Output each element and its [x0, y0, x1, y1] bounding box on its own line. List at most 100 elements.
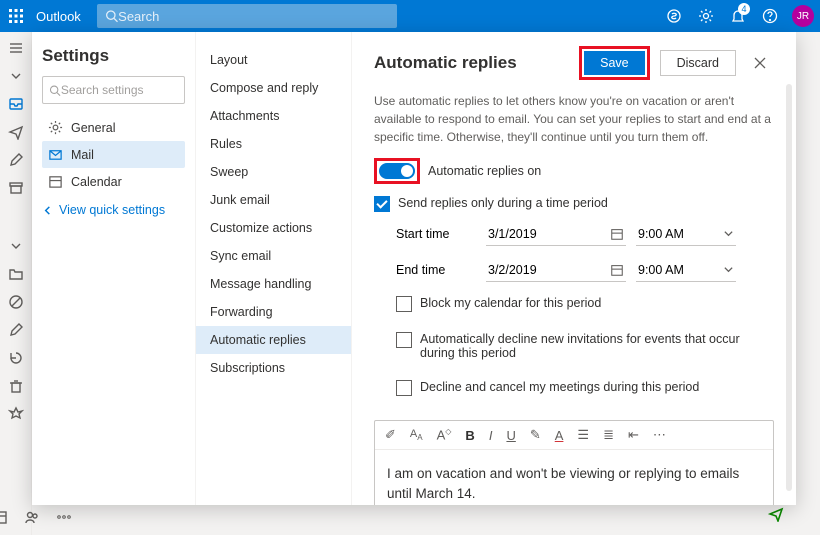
settings-item-label: Calendar [71, 175, 122, 189]
sub-item-subscriptions[interactable]: Subscriptions [196, 354, 351, 382]
notification-badge: 4 [738, 3, 750, 15]
left-rail [0, 32, 32, 535]
settings-item-calendar[interactable]: Calendar [42, 168, 185, 195]
user-avatar[interactable]: JR [792, 5, 814, 27]
start-time-label: Start time [396, 227, 476, 241]
format-painter-icon[interactable]: ✐ [385, 427, 396, 443]
notes-icon[interactable] [4, 318, 28, 342]
view-quick-settings-link[interactable]: View quick settings [42, 203, 185, 217]
premium-icon[interactable] [4, 402, 28, 426]
chevron-down-icon [723, 264, 734, 275]
archive-icon[interactable] [4, 176, 28, 200]
discard-button[interactable]: Discard [660, 50, 736, 76]
main-heading: Automatic replies [374, 53, 517, 73]
highlight-color-icon[interactable]: ✎ [530, 427, 541, 443]
people-module-icon[interactable] [20, 505, 44, 529]
chevron-down-icon [723, 228, 734, 239]
chevron-down-icon[interactable] [4, 64, 28, 88]
quick-settings-label: View quick settings [59, 203, 165, 217]
reply-body[interactable]: I am on vacation and won't be viewing or… [375, 450, 773, 505]
font-size-decrease-icon[interactable]: AA [410, 428, 423, 442]
help-icon[interactable] [754, 0, 786, 32]
sub-item-customize[interactable]: Customize actions [196, 214, 351, 242]
app-launcher-icon[interactable] [0, 9, 32, 23]
end-date-input[interactable]: 3/2/2019 [486, 258, 626, 282]
sub-item-autoreply[interactable]: Automatic replies [196, 326, 351, 354]
sub-item-attachments[interactable]: Attachments [196, 102, 351, 130]
settings-item-mail[interactable]: Mail [42, 141, 185, 168]
start-date-value: 3/1/2019 [488, 227, 537, 241]
blocked-icon[interactable] [4, 290, 28, 314]
sub-item-junk[interactable]: Junk email [196, 186, 351, 214]
description-text: Use automatic replies to let others know… [374, 92, 774, 146]
sent-icon[interactable] [4, 120, 28, 144]
close-icon[interactable] [746, 49, 774, 77]
autoreply-toggle[interactable] [379, 163, 415, 179]
main-header: Automatic replies Save Discard [374, 46, 774, 80]
settings-search-input[interactable] [61, 83, 178, 97]
inbox-icon[interactable] [4, 92, 28, 116]
sub-item-sync[interactable]: Sync email [196, 242, 351, 270]
sub-item-rules[interactable]: Rules [196, 130, 351, 158]
underline-button[interactable]: U [506, 428, 515, 443]
mail-settings-list: Layout Compose and reply Attachments Rul… [196, 32, 352, 505]
settings-title: Settings [42, 46, 185, 66]
settings-gear-icon[interactable] [690, 0, 722, 32]
chevron-down-icon[interactable] [4, 234, 28, 258]
settings-item-label: Mail [71, 148, 94, 162]
drafts-icon[interactable] [4, 148, 28, 172]
hamburger-icon[interactable] [4, 36, 28, 60]
settings-search[interactable] [42, 76, 185, 104]
end-time-value: 9:00 AM [638, 263, 684, 277]
time-period-checkbox[interactable] [374, 196, 390, 212]
outdent-icon[interactable]: ⇤ [628, 427, 639, 443]
global-search[interactable] [97, 4, 397, 28]
skype-icon[interactable] [658, 0, 690, 32]
calendar-icon [610, 227, 624, 241]
start-time-value: 9:00 AM [638, 227, 684, 241]
more-formatting-icon[interactable]: ⋯ [653, 427, 666, 443]
notifications-icon[interactable]: 4 [722, 0, 754, 32]
sub-item-sweep[interactable]: Sweep [196, 158, 351, 186]
settings-item-general[interactable]: General [42, 114, 185, 141]
sub-item-forwarding[interactable]: Forwarding [196, 298, 351, 326]
trash-icon[interactable] [4, 374, 28, 398]
decline-invites-checkbox[interactable] [396, 332, 412, 348]
font-color-icon[interactable]: A [555, 428, 564, 443]
history-icon[interactable] [4, 346, 28, 370]
time-period-label: Send replies only during a time period [398, 196, 608, 210]
start-date-input[interactable]: 3/1/2019 [486, 222, 626, 246]
settings-panel: Settings General Mail Calendar View quic… [32, 32, 796, 505]
settings-main: Automatic replies Save Discard Use autom… [352, 32, 796, 505]
cancel-meetings-checkbox[interactable] [396, 380, 412, 396]
cancel-meetings-label: Decline and cancel my meetings during th… [420, 380, 699, 394]
sub-item-layout[interactable]: Layout [196, 46, 351, 74]
reply-editor: ✐ AA A◇ B I U ✎ A ☰ ≣ ⇤ ⋯ I am on vacati… [374, 420, 774, 505]
highlight-toggle [374, 158, 420, 184]
end-time-input[interactable]: 9:00 AM [636, 258, 736, 282]
block-calendar-checkbox[interactable] [396, 296, 412, 312]
folder-icon[interactable] [4, 262, 28, 286]
settings-item-label: General [71, 121, 115, 135]
toggle-label: Automatic replies on [428, 164, 541, 178]
number-list-icon[interactable]: ≣ [603, 427, 614, 443]
sub-item-handling[interactable]: Message handling [196, 270, 351, 298]
italic-button[interactable]: I [489, 428, 493, 443]
sub-item-compose[interactable]: Compose and reply [196, 74, 351, 102]
end-date-value: 3/2/2019 [488, 263, 537, 277]
more-modules-icon[interactable] [52, 505, 76, 529]
scrollbar[interactable] [786, 84, 792, 491]
block-calendar-label: Block my calendar for this period [420, 296, 601, 310]
settings-nav: Settings General Mail Calendar View quic… [32, 32, 196, 505]
global-search-input[interactable] [118, 9, 389, 24]
bullet-list-icon[interactable]: ☰ [577, 427, 589, 443]
editor-toolbar: ✐ AA A◇ B I U ✎ A ☰ ≣ ⇤ ⋯ [375, 421, 773, 450]
font-size-increase-icon[interactable]: A◇ [437, 427, 452, 442]
decline-invites-label: Automatically decline new invitations fo… [420, 332, 774, 360]
start-time-input[interactable]: 9:00 AM [636, 222, 736, 246]
calendar-module-icon[interactable] [0, 505, 12, 529]
send-arrow-icon[interactable] [768, 506, 784, 527]
highlight-save: Save [579, 46, 650, 80]
save-button[interactable]: Save [584, 51, 645, 75]
bold-button[interactable]: B [465, 428, 474, 443]
